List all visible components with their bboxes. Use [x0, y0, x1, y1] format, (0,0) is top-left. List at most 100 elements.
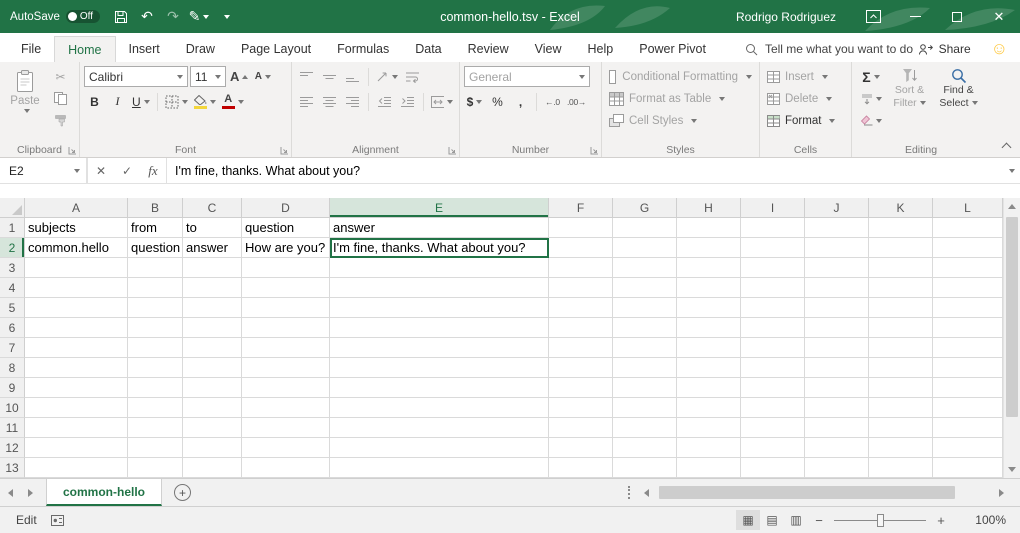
- shrink-font-button[interactable]: A: [252, 66, 273, 87]
- cell-L7[interactable]: [933, 338, 1003, 358]
- cell-F7[interactable]: [549, 338, 613, 358]
- delete-cells-button[interactable]: Delete: [764, 88, 847, 110]
- cell-F10[interactable]: [549, 398, 613, 418]
- cell-F6[interactable]: [549, 318, 613, 338]
- cell-G11[interactable]: [613, 418, 677, 438]
- cell-A11[interactable]: [25, 418, 128, 438]
- cut-button[interactable]: ✂: [50, 66, 71, 87]
- cell-C2[interactable]: answer: [183, 238, 242, 258]
- cell-E6[interactable]: [330, 318, 549, 338]
- cell-I10[interactable]: [741, 398, 805, 418]
- ribbon-display-options-button[interactable]: [852, 0, 894, 33]
- cell-B6[interactable]: [128, 318, 183, 338]
- cell-C7[interactable]: [183, 338, 242, 358]
- percent-style-button[interactable]: %: [487, 91, 508, 112]
- insert-function-button[interactable]: fx: [140, 158, 166, 183]
- cell-H13[interactable]: [677, 458, 741, 478]
- cell-E11[interactable]: [330, 418, 549, 438]
- cell-L6[interactable]: [933, 318, 1003, 338]
- cell-K10[interactable]: [869, 398, 933, 418]
- cell-J7[interactable]: [805, 338, 869, 358]
- cell-L5[interactable]: [933, 298, 1003, 318]
- cell-D1[interactable]: question: [242, 218, 330, 238]
- row-header-5[interactable]: 5: [0, 298, 25, 318]
- cell-J2[interactable]: [805, 238, 869, 258]
- cell-C4[interactable]: [183, 278, 242, 298]
- cell-G9[interactable]: [613, 378, 677, 398]
- zoom-slider-thumb[interactable]: [877, 514, 884, 527]
- format-cells-button[interactable]: Format: [764, 110, 847, 132]
- cell-I1[interactable]: [741, 218, 805, 238]
- copy-button[interactable]: [50, 88, 71, 109]
- format-as-table-button[interactable]: Format as Table: [606, 88, 755, 110]
- cell-C3[interactable]: [183, 258, 242, 278]
- cell-K11[interactable]: [869, 418, 933, 438]
- cell-F5[interactable]: [549, 298, 613, 318]
- cell-I13[interactable]: [741, 458, 805, 478]
- zoom-slider[interactable]: [834, 520, 926, 521]
- align-left-button[interactable]: [296, 91, 317, 112]
- cell-I11[interactable]: [741, 418, 805, 438]
- clipboard-dialog-launcher[interactable]: [68, 146, 77, 155]
- save-button[interactable]: [110, 5, 132, 29]
- cell-L8[interactable]: [933, 358, 1003, 378]
- expand-formula-bar-button[interactable]: [1000, 158, 1020, 183]
- cell-F11[interactable]: [549, 418, 613, 438]
- cell-B9[interactable]: [128, 378, 183, 398]
- column-header-A[interactable]: A: [25, 198, 128, 218]
- cell-H1[interactable]: [677, 218, 741, 238]
- wrap-text-button[interactable]: [402, 66, 423, 87]
- maximize-button[interactable]: [936, 0, 978, 33]
- cell-I7[interactable]: [741, 338, 805, 358]
- row-header-7[interactable]: 7: [0, 338, 25, 358]
- cell-E5[interactable]: [330, 298, 549, 318]
- cell-B12[interactable]: [128, 438, 183, 458]
- clear-button[interactable]: [858, 110, 884, 131]
- sort-filter-button[interactable]: Sort & Filter: [886, 66, 933, 110]
- row-header-13[interactable]: 13: [0, 458, 25, 478]
- row-header-1[interactable]: 1: [0, 218, 25, 238]
- cell-I5[interactable]: [741, 298, 805, 318]
- tell-me-box[interactable]: Tell me what you want to do: [745, 36, 913, 62]
- cell-G8[interactable]: [613, 358, 677, 378]
- cell-F8[interactable]: [549, 358, 613, 378]
- autosave-toggle[interactable]: AutoSave Off: [10, 10, 100, 23]
- cell-A9[interactable]: [25, 378, 128, 398]
- cell-B3[interactable]: [128, 258, 183, 278]
- grow-font-button[interactable]: A: [228, 66, 250, 87]
- cell-G5[interactable]: [613, 298, 677, 318]
- decrease-decimal-button[interactable]: .00→: [565, 91, 588, 112]
- ribbon-tab-help[interactable]: Help: [575, 36, 627, 62]
- cell-C6[interactable]: [183, 318, 242, 338]
- vertical-scrollbar[interactable]: [1003, 198, 1020, 478]
- borders-button[interactable]: [163, 91, 190, 112]
- minimize-button[interactable]: [894, 0, 936, 33]
- number-format-combo[interactable]: General: [464, 66, 590, 87]
- font-dialog-launcher[interactable]: [280, 146, 289, 155]
- row-header-3[interactable]: 3: [0, 258, 25, 278]
- cell-B8[interactable]: [128, 358, 183, 378]
- cell-K4[interactable]: [869, 278, 933, 298]
- cell-G10[interactable]: [613, 398, 677, 418]
- paste-button[interactable]: Paste: [4, 66, 46, 113]
- cell-K9[interactable]: [869, 378, 933, 398]
- cell-B1[interactable]: from: [128, 218, 183, 238]
- autosum-button[interactable]: Σ: [858, 66, 884, 87]
- ribbon-tab-formulas[interactable]: Formulas: [324, 36, 402, 62]
- alignment-dialog-launcher[interactable]: [448, 146, 457, 155]
- horizontal-scroll-track[interactable]: [655, 484, 993, 501]
- cell-J5[interactable]: [805, 298, 869, 318]
- zoom-out-button[interactable]: −: [808, 510, 830, 530]
- cell-G1[interactable]: [613, 218, 677, 238]
- cell-J12[interactable]: [805, 438, 869, 458]
- column-header-I[interactable]: I: [741, 198, 805, 218]
- select-all-button[interactable]: [0, 198, 25, 218]
- name-box[interactable]: E2: [0, 158, 88, 183]
- cell-H2[interactable]: [677, 238, 741, 258]
- cell-L13[interactable]: [933, 458, 1003, 478]
- previous-sheet-button[interactable]: [0, 479, 20, 506]
- scroll-down-button[interactable]: [1004, 461, 1020, 478]
- customize-quick-access-button[interactable]: [214, 5, 236, 29]
- font-size-combo[interactable]: 11: [190, 66, 226, 87]
- cell-I9[interactable]: [741, 378, 805, 398]
